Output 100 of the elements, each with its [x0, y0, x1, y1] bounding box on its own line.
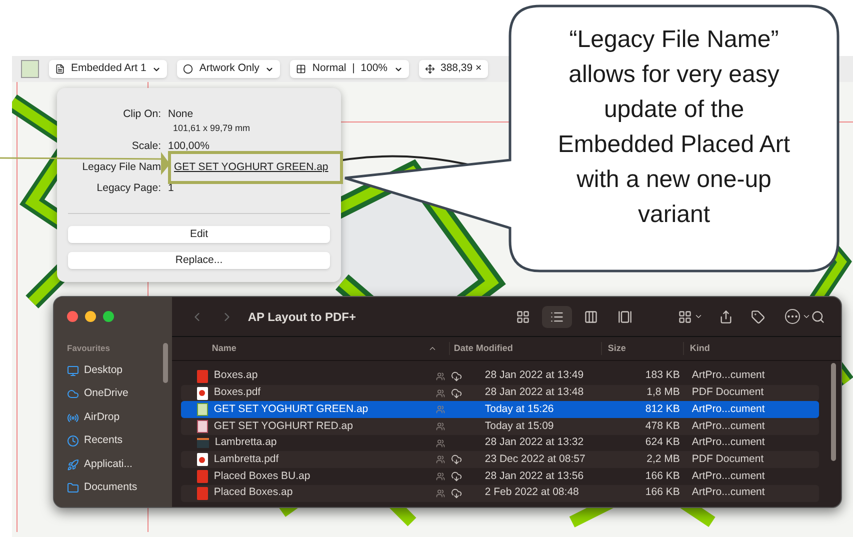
cloud-download-icon: [450, 470, 462, 482]
thumbnail-icon: [196, 420, 208, 433]
kind-cell-text: ArtPro...cument: [690, 418, 765, 434]
signal-icon: [67, 412, 79, 424]
file-name: GET SET YOGHURT RED.ap: [214, 418, 353, 434]
file-row[interactable]: Lambretta.ap 28 Jan 2022 at 13:32 624 KB ArtPro...cument: [180, 434, 819, 452]
search-icon[interactable]: [811, 310, 825, 324]
date-cell-text: 28 Jan 2022 at 13:56: [484, 468, 585, 484]
pdf-document-icon: [196, 453, 208, 466]
file-name: Placed Boxes.ap: [214, 485, 293, 500]
group-icon[interactable]: [678, 310, 692, 324]
size-cell-text: 2,2 MB: [646, 452, 680, 467]
columns-view-icon: [584, 310, 598, 324]
sidebar-item[interactable]: AirDrop: [67, 406, 172, 430]
grid-view-icon: [516, 310, 530, 324]
cloud-download-icon: [450, 454, 462, 466]
size-cell-text: 1,8 MB: [646, 385, 680, 400]
cloud-download-icon: [450, 388, 462, 399]
sidebar-item[interactable]: Applicati...: [67, 452, 172, 476]
column-header[interactable]: Date Modified: [448, 342, 601, 356]
size-cell-text: 166 KB: [644, 485, 680, 500]
file-name: Boxes.pdf: [214, 385, 261, 400]
date-cell-text: 28 Jan 2022 at 13:32: [484, 435, 585, 450]
more-icon[interactable]: [785, 309, 800, 324]
file-row[interactable]: GET SET YOGHURT RED.ap Today at 15:09 478 KB ArtPro...cument: [180, 418, 819, 435]
artwork-thumbnail-icon[interactable]: [21, 60, 39, 78]
kind-cell-text: PDF Document: [690, 385, 764, 400]
kind-cell-text: ArtPro...cument: [690, 368, 765, 384]
popover-button[interactable]: Edit: [68, 226, 330, 243]
field-value: 1: [168, 180, 174, 196]
kind-cell-text: ArtPro...cument: [690, 468, 765, 484]
field-value: None: [168, 106, 194, 122]
document-icon: [196, 470, 208, 483]
field-value: 100,00%: [168, 138, 210, 154]
rocket-icon: [67, 458, 79, 470]
close-window-button[interactable]: [67, 311, 78, 322]
toolbar-dropdown[interactable]: 388,39 ×: [418, 60, 488, 78]
pdf-document-icon: [196, 386, 208, 400]
date-cell-text: 23 Dec 2022 at 08:57: [484, 452, 586, 467]
file-name: Placed Boxes BU.ap: [214, 468, 310, 484]
file-name: Boxes.ap: [214, 368, 258, 384]
field-label: Legacy File Nam: [82, 160, 161, 175]
date-cell-text: 28 Jan 2022 at 13:49: [484, 368, 585, 384]
date-cell-text: 2 Feb 2022 at 08:48: [484, 485, 580, 500]
kind-cell-text: ArtPro...cument: [690, 435, 765, 450]
shared-icon: [436, 472, 445, 481]
caret-icon[interactable]: [694, 312, 703, 321]
grid-icon: [296, 64, 306, 74]
caret-icon[interactable]: [802, 312, 811, 321]
size-cell-text: 166 KB: [644, 468, 680, 484]
sidebar-item[interactable]: Desktop: [67, 358, 172, 382]
zoom-window-button[interactable]: [103, 311, 114, 322]
file-row[interactable]: Boxes.pdf 28 Jan 2022 at 13:48 1,8 MB PDF Document: [180, 384, 819, 402]
thumbnail-icon: [196, 438, 209, 448]
file-row[interactable]: Lambretta.pdf 23 Dec 2022 at 08:57 2,2 MB PDF Document: [180, 451, 819, 468]
kind-cell-text: ArtPro...cument: [690, 402, 765, 417]
toolbar-dropdown[interactable]: Artwork Only: [177, 60, 280, 78]
column-header[interactable]: Kind: [682, 342, 710, 356]
scrollbar-thumb[interactable]: [831, 363, 836, 461]
field-label: Scale:: [132, 138, 161, 154]
sort-icon: [428, 344, 437, 353]
file-name: Lambretta.pdf: [214, 452, 279, 467]
file-name-link[interactable]: GET SET YOGHURT GREEN.ap: [174, 160, 328, 176]
toolbar-dropdown[interactable]: Embedded Art 1: [49, 60, 168, 78]
sidebar-heading: Favourites: [67, 342, 111, 355]
view-mode-button[interactable]: [542, 306, 572, 328]
shared-icon: [436, 438, 445, 448]
folder-icon: [67, 482, 79, 494]
file-row[interactable]: GET SET YOGHURT GREEN.ap Today at 15:26 812 KB ArtPro...cument: [180, 401, 819, 418]
column-header[interactable]: Name: [172, 342, 449, 356]
gallery-view-icon: [618, 310, 632, 324]
shared-icon: [436, 488, 445, 498]
scrollbar-thumb[interactable]: [162, 343, 168, 383]
size-cell-text: 478 KB: [644, 418, 680, 434]
minimize-window-button[interactable]: [85, 311, 96, 322]
file-row[interactable]: Boxes.ap 28 Jan 2022 at 13:49 183 KB ArtPro...cument: [180, 368, 819, 385]
sidebar-item[interactable]: Recents: [67, 429, 172, 453]
sidebar-item[interactable]: OneDrive: [67, 382, 172, 406]
tag-icon[interactable]: [751, 310, 765, 324]
circle-icon: [183, 64, 194, 74]
field-value: 101,61 x 99,79 mm: [172, 122, 250, 135]
popover-button[interactable]: Replace...: [68, 252, 330, 269]
window-title: AP Layout to PDF+: [248, 308, 356, 326]
callout-text: variant: [638, 200, 710, 230]
shared-icon: [436, 455, 445, 464]
share-icon[interactable]: [719, 310, 733, 324]
file-name: GET SET YOGHURT GREEN.ap: [214, 402, 368, 417]
column-header[interactable]: Size: [600, 342, 683, 356]
callout-text: update of the: [604, 95, 744, 125]
sidebar-item[interactable]: Documents: [67, 476, 172, 500]
kind-cell-text: ArtPro...cument: [690, 485, 765, 500]
document-icon: [196, 486, 208, 500]
file-row[interactable]: Placed Boxes BU.ap 28 Jan 2022 at 13:56 166 KB ArtPro...cument: [180, 468, 819, 485]
shared-icon: [436, 372, 445, 381]
toolbar-dropdown[interactable]: Normal | 100%: [290, 60, 408, 78]
thumbnail-icon: [196, 403, 208, 416]
list-view-icon: [550, 310, 564, 324]
monitor-icon: [67, 364, 79, 376]
file-row[interactable]: Placed Boxes.ap 2 Feb 2022 at 08:48 166 KB ArtPro...cument: [180, 484, 819, 502]
callout-text: Embedded Placed Art: [558, 130, 790, 160]
